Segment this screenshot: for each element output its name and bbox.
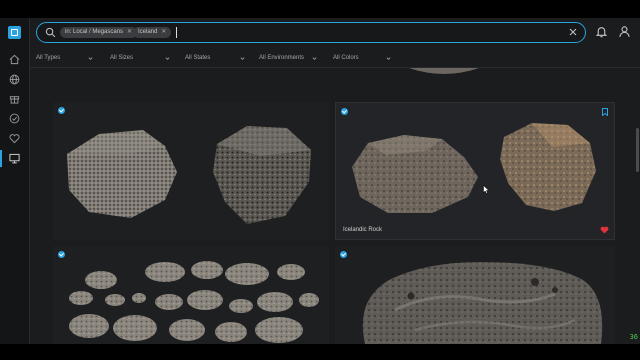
- chip-remove-icon[interactable]: ✕: [127, 29, 132, 35]
- sidebar: [0, 18, 30, 344]
- close-icon[interactable]: [567, 26, 579, 38]
- chevron-down-icon: [88, 57, 93, 60]
- filter-label: All Sizes: [110, 55, 134, 61]
- asset-title: Icelandic Rock: [343, 227, 383, 233]
- globe-icon[interactable]: [8, 73, 21, 86]
- scrollbar-thumb[interactable]: [636, 128, 639, 172]
- chip-label: in: Local / Megascans: [65, 29, 124, 35]
- downloaded-check-icon: [341, 108, 348, 115]
- asset-thumbnail: [67, 126, 311, 224]
- filter-chip-location[interactable]: in: Local / Megascans ✕: [60, 27, 138, 38]
- check-circle-icon[interactable]: [8, 112, 21, 125]
- asset-thumbnail-partial: [409, 68, 479, 74]
- top-bar: in: Local / Megascans ✕ Iceland ✕: [29, 18, 640, 48]
- bridge-logo-icon[interactable]: [8, 26, 21, 39]
- downloaded-check-icon: [58, 251, 65, 258]
- fps-counter: 36: [629, 333, 638, 341]
- asset-thumbnail: [69, 261, 319, 343]
- filter-size-dropdown[interactable]: All Sizes: [110, 53, 176, 63]
- gift-icon[interactable]: [8, 92, 21, 105]
- filter-type-dropdown[interactable]: All Types: [36, 53, 102, 63]
- heart-icon[interactable]: [8, 132, 21, 145]
- chip-remove-icon[interactable]: ✕: [161, 29, 166, 35]
- bookmark-icon[interactable]: [602, 108, 608, 116]
- mouse-cursor-icon: [483, 185, 490, 194]
- chip-label: Iceland: [138, 29, 158, 35]
- app-window: in: Local / Megascans ✕ Iceland ✕ All Type…: [0, 18, 640, 344]
- downloaded-check-icon: [340, 251, 347, 258]
- filter-label: All Colors: [333, 55, 359, 61]
- user-icon[interactable]: [618, 25, 631, 38]
- filter-state-dropdown[interactable]: All States: [185, 53, 251, 63]
- chevron-down-icon: [386, 57, 391, 60]
- text-caret: [176, 27, 177, 38]
- chevron-down-icon: [240, 57, 245, 60]
- search-icon: [45, 27, 56, 38]
- asset-thumbnail: [362, 262, 603, 344]
- home-icon[interactable]: [8, 53, 21, 66]
- asset-card[interactable]: Icelandic Rock: [335, 102, 615, 240]
- filter-chip-keyword[interactable]: Iceland ✕: [133, 27, 172, 38]
- filter-label: All States: [185, 55, 211, 61]
- chevron-down-icon: [312, 57, 317, 60]
- filter-color-dropdown[interactable]: All Colors: [333, 53, 399, 63]
- filter-label: All Types: [36, 55, 61, 61]
- asset-card[interactable]: [53, 102, 329, 240]
- search-input[interactable]: in: Local / Megascans ✕ Iceland ✕: [36, 22, 586, 43]
- filter-label: All Environments: [259, 55, 305, 61]
- downloaded-check-icon: [58, 107, 65, 114]
- asset-card[interactable]: [53, 246, 329, 344]
- asset-card[interactable]: [335, 246, 615, 344]
- monitor-icon[interactable]: [0, 150, 21, 167]
- filter-bar: All Types All Sizes All States All Envir…: [29, 49, 640, 68]
- bell-icon[interactable]: [595, 25, 608, 38]
- favorite-heart-icon[interactable]: [600, 226, 609, 234]
- chevron-down-icon: [165, 57, 170, 60]
- asset-grid: Icelandic Rock: [29, 68, 640, 344]
- asset-thumbnail: [352, 123, 596, 213]
